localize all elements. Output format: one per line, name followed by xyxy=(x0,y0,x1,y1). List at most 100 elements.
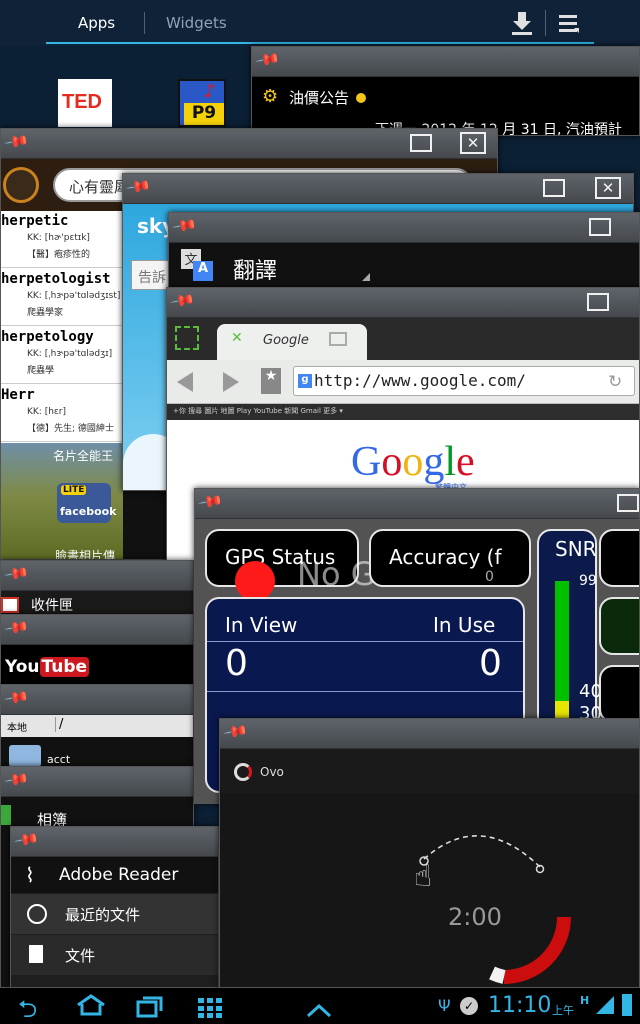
logo-letter: l xyxy=(444,439,457,485)
app-pg-icon[interactable]: ♪ P9 xyxy=(178,79,226,127)
clock-time[interactable]: 11:10 xyxy=(488,993,551,1018)
window-titlebar[interactable]: 📌 xyxy=(1,685,193,715)
window-titlebar[interactable]: 📌 ✕ xyxy=(123,174,633,204)
pin-icon[interactable]: 📌 xyxy=(3,615,30,641)
card-app-label[interactable]: 名片全能王 xyxy=(53,447,113,464)
pin-icon[interactable]: 📌 xyxy=(3,129,30,155)
ovo-window[interactable]: 📌 Ovo ☝ 2:00 xyxy=(219,718,640,988)
window-titlebar[interactable]: 📌 ✕ xyxy=(1,129,497,159)
window-titlebar[interactable]: 📌 xyxy=(169,213,639,243)
pin-icon[interactable]: 📌 xyxy=(3,685,30,711)
window-titlebar[interactable]: 📌 xyxy=(195,489,639,519)
maximize-button[interactable] xyxy=(587,293,609,311)
tab-label: Google xyxy=(263,333,309,348)
usb-icon: Ψ xyxy=(438,996,451,1015)
close-button[interactable]: ✕ xyxy=(460,132,486,154)
window-titlebar[interactable]: 📌 xyxy=(167,288,639,318)
extra-box[interactable] xyxy=(599,665,639,723)
maximize-arrows-icon[interactable] xyxy=(175,326,199,350)
folder-icon xyxy=(9,745,41,767)
accuracy-value: 0 xyxy=(485,569,494,585)
ted-logo-text: TED xyxy=(62,91,102,113)
google-bar-links[interactable]: +你 搜尋 圖片 地圖 Play YouTube 新聞 Gmail 更多 ▾ xyxy=(173,406,343,416)
list-item[interactable]: herpetic KK: [hɚ'pɛtɪk] 【醫】疱疹性的 xyxy=(1,211,123,268)
maximize-button[interactable] xyxy=(410,134,432,152)
share-icon[interactable] xyxy=(329,332,347,346)
browser-tab[interactable]: ✕ Google xyxy=(217,324,367,360)
pin-icon[interactable]: 📌 xyxy=(254,47,281,73)
pin-icon[interactable]: 📌 xyxy=(125,174,152,200)
fb-app-label[interactable]: 臉書相片傳 xyxy=(55,547,115,559)
value-divider xyxy=(207,691,523,692)
file-manager-window[interactable]: 📌 本地 / acct xyxy=(0,684,194,768)
files-label: 文件 xyxy=(65,947,96,965)
maximize-button[interactable] xyxy=(617,494,639,512)
maximize-button[interactable] xyxy=(589,218,611,236)
url-input[interactable]: g http://www.google.com/ ↻ xyxy=(293,366,635,396)
translate-content: 文 A 翻譯 xyxy=(169,243,639,287)
gas-price-window[interactable]: 📌 ⚙ 油價公告 下週一 2012 年 12 月 31 日, 汽油預計 xyxy=(251,46,640,136)
compass-box[interactable] xyxy=(599,529,639,587)
download-icon[interactable] xyxy=(510,10,534,36)
window-titlebar[interactable]: 📌 xyxy=(1,561,193,591)
pin-icon[interactable]: 📌 xyxy=(171,213,198,239)
accuracy-label: Accuracy (f xyxy=(389,545,502,569)
grid-menu-icon[interactable] xyxy=(198,996,224,1018)
window-titlebar[interactable]: 📌 xyxy=(1,615,193,645)
window-titlebar[interactable]: 📌 xyxy=(11,827,218,857)
dict-logo-icon[interactable] xyxy=(3,167,39,203)
list-item[interactable]: herpetologist KK: [ˌhɝpə'tɑlədʒɪst] 爬蟲學家 xyxy=(1,269,123,326)
back-icon[interactable]: ⮌ xyxy=(18,992,37,1024)
folder-name[interactable]: acct xyxy=(47,753,70,766)
recent-apps-icon[interactable] xyxy=(136,994,164,1018)
window-titlebar[interactable]: 📌 xyxy=(1,767,193,797)
inuse-label: In Use xyxy=(433,613,496,637)
pin-icon[interactable]: 📌 xyxy=(3,767,30,793)
youtube-window[interactable]: 📌 You Tube xyxy=(0,614,194,686)
reload-icon[interactable]: ↻ xyxy=(608,372,622,392)
list-item[interactable]: herpetology KK: [ˌhɝpə'tɑlədʒɪ] 爬蟲學 xyxy=(1,327,123,384)
home-icon[interactable] xyxy=(76,994,106,1016)
pin-icon[interactable]: 📌 xyxy=(169,288,196,314)
gps-status-box[interactable]: GPS Status No GPS xyxy=(205,529,415,601)
map-box[interactable] xyxy=(599,597,639,655)
app-ted-icon[interactable]: TED xyxy=(58,79,112,127)
tab-widgets[interactable]: Widgets xyxy=(166,14,227,32)
gmail-icon xyxy=(1,597,19,613)
adobe-reader-window[interactable]: 📌 ⌇ Adobe Reader 最近的文件 文件 xyxy=(10,826,219,988)
accuracy-box[interactable]: Accuracy (f 0 xyxy=(369,529,531,587)
path-local[interactable]: 本地 xyxy=(7,719,27,734)
translate-window[interactable]: 📌 文 A 翻譯 xyxy=(168,212,640,288)
tab-apps[interactable]: Apps xyxy=(78,14,115,32)
dropdown-corner-icon[interactable] xyxy=(362,273,370,281)
pin-icon[interactable]: 📌 xyxy=(13,827,40,853)
facebook-lite-icon[interactable]: LITE facebook xyxy=(57,483,117,523)
path-root[interactable]: / xyxy=(55,717,63,732)
pin-icon[interactable]: 📌 xyxy=(3,561,30,587)
recent-files-item[interactable]: 最近的文件 xyxy=(11,894,218,934)
gps-indicator-icon xyxy=(235,561,275,601)
clock-ampm: 上午 xyxy=(552,1004,574,1017)
menu-icon[interactable] xyxy=(558,12,580,34)
close-tab-icon[interactable]: ✕ xyxy=(231,330,243,346)
fb-lite-badge: LITE xyxy=(61,485,87,495)
ovo-progress-ring[interactable] xyxy=(464,897,584,987)
gmail-window[interactable]: 📌 收件匣 xyxy=(0,560,194,616)
document-icon xyxy=(29,945,43,963)
pin-icon[interactable]: 📌 xyxy=(197,489,224,515)
files-item[interactable]: 文件 xyxy=(11,935,218,975)
back-icon[interactable] xyxy=(177,372,193,392)
bookmark-icon[interactable]: ★ xyxy=(261,368,281,394)
pin-icon[interactable]: 📌 xyxy=(222,719,249,745)
list-item[interactable]: Herr KK: [hɛr] 【德】先生; 德國紳士 xyxy=(1,385,123,442)
translate-icon-front: A xyxy=(193,261,213,281)
window-titlebar[interactable]: 📌 xyxy=(220,719,639,749)
logo-letter: o xyxy=(381,439,403,485)
url-value: http://www.google.com/ xyxy=(314,371,526,390)
chevron-up-icon[interactable] xyxy=(306,996,332,1018)
maximize-button[interactable] xyxy=(543,179,565,197)
inbox-label: 收件匣 xyxy=(31,598,73,614)
forward-icon[interactable] xyxy=(223,372,239,392)
close-button[interactable]: ✕ xyxy=(595,177,621,199)
window-titlebar[interactable]: 📌 xyxy=(252,47,639,77)
